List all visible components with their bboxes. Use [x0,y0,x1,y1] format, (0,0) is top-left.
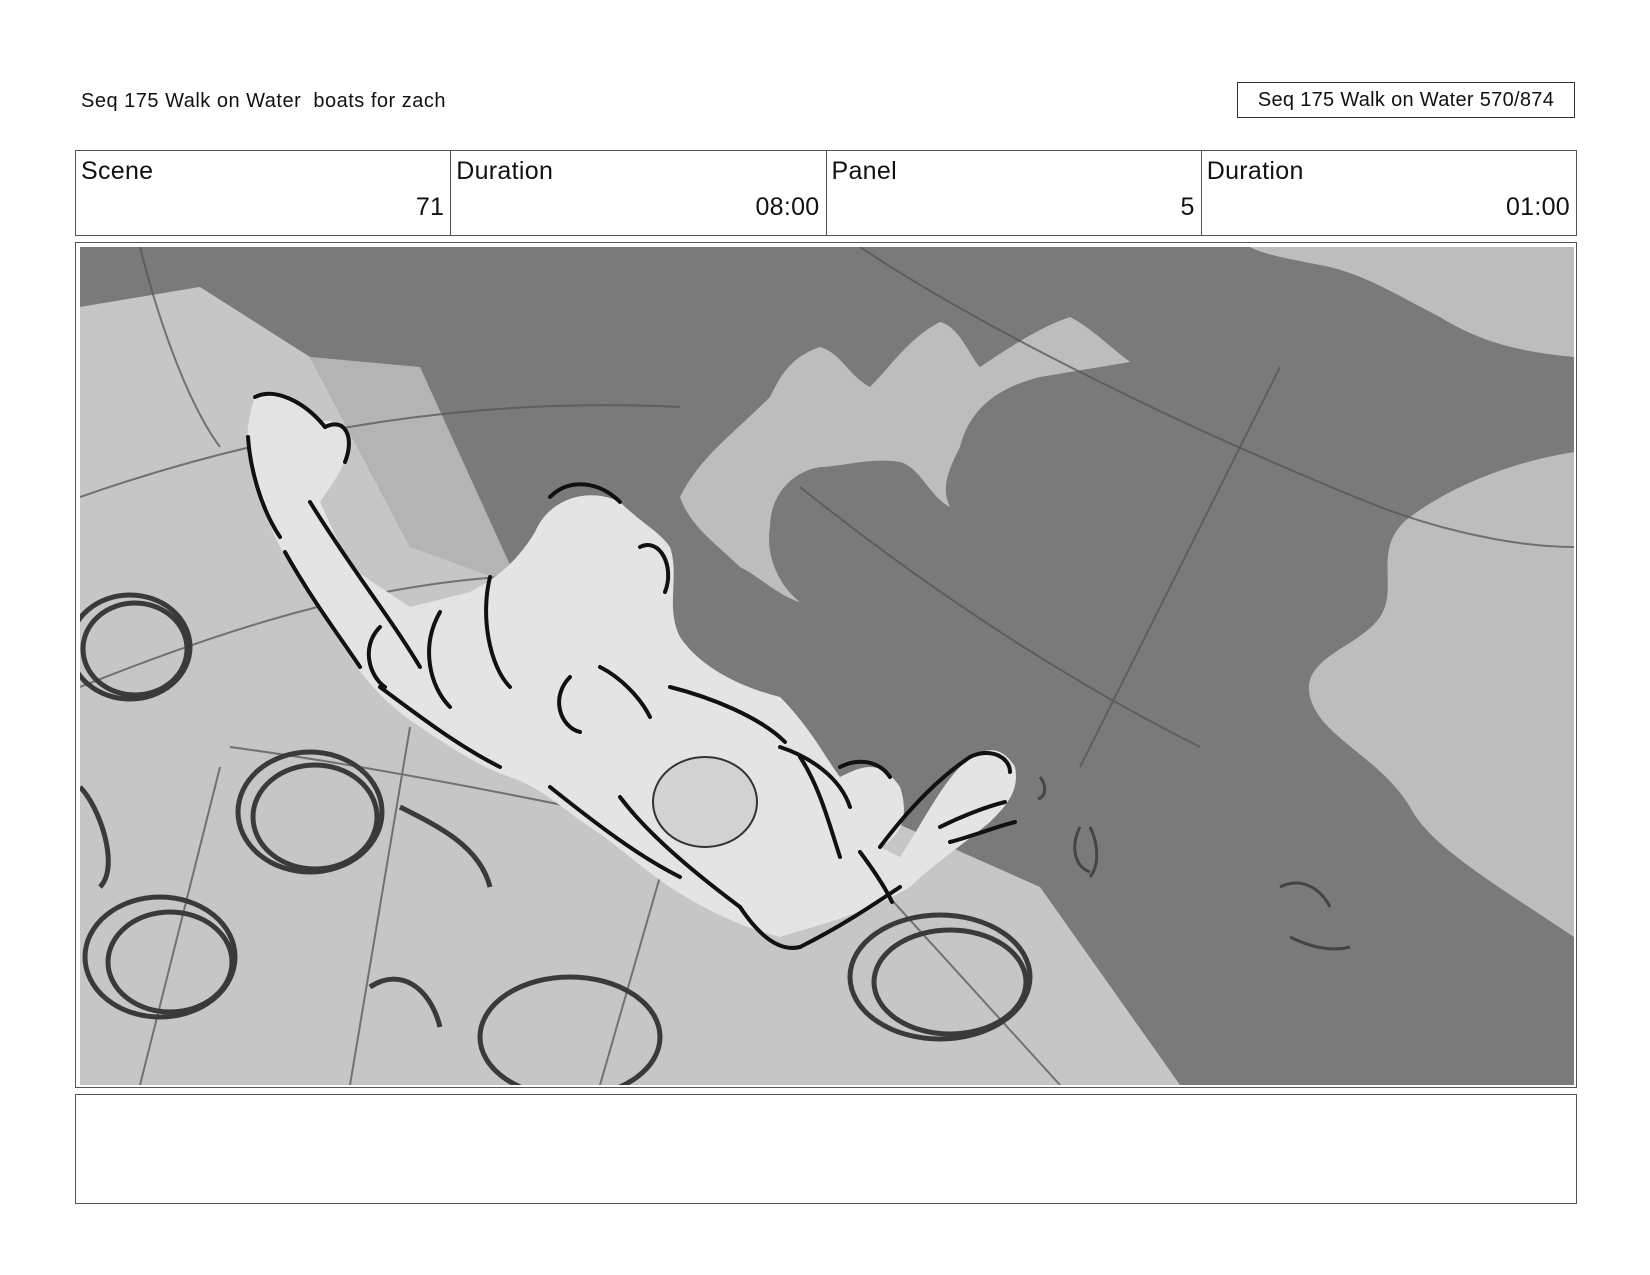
shot-info-table: Scene 71 Duration 08:00 Panel 5 Duration… [75,150,1577,236]
scene-duration-value: 08:00 [755,193,820,221]
storyboard-sketch [80,247,1574,1085]
panel-duration-value: 01:00 [1505,193,1570,221]
storyboard-page: Seq 175 Walk on Water boats for zach Seq… [0,0,1650,1275]
panel-duration-cell: Duration 01:00 [1202,151,1576,235]
panel-duration-label: Duration [1206,157,1304,185]
scene-cell: Scene 71 [76,151,452,235]
sequence-title: Seq 175 Walk on Water boats for zach [81,90,446,112]
notes-box [75,1094,1577,1204]
panel-label: Panel [831,157,897,185]
storyboard-frame [75,242,1577,1088]
scene-duration-cell: Duration 08:00 [451,151,827,235]
scene-label: Scene [81,157,154,185]
panel-cell: Panel 5 [827,151,1202,235]
scene-value: 71 [415,193,445,221]
scene-duration-label: Duration [456,157,554,185]
panel-value: 5 [1180,193,1195,221]
page-counter: Seq 175 Walk on Water 570/874 [1237,82,1575,118]
